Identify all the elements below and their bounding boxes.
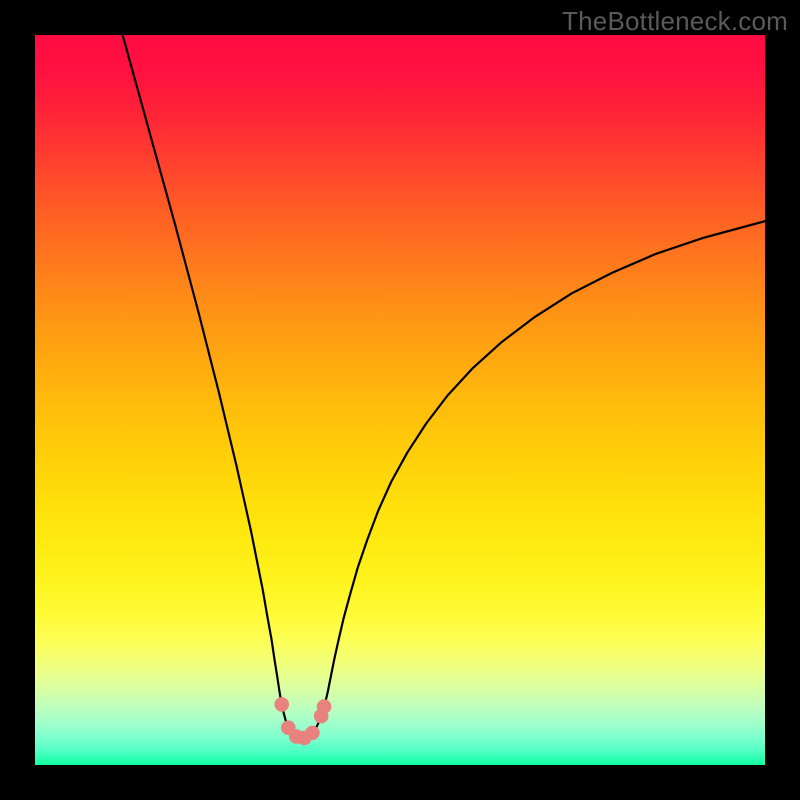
data-marker [317,699,332,714]
gradient-rect [35,35,765,765]
data-marker [305,726,320,741]
watermark-text: TheBottleneck.com [562,6,788,37]
outer-frame: TheBottleneck.com [0,0,800,800]
data-marker [274,697,289,712]
plot-area [35,35,765,765]
chart-svg [35,35,765,765]
